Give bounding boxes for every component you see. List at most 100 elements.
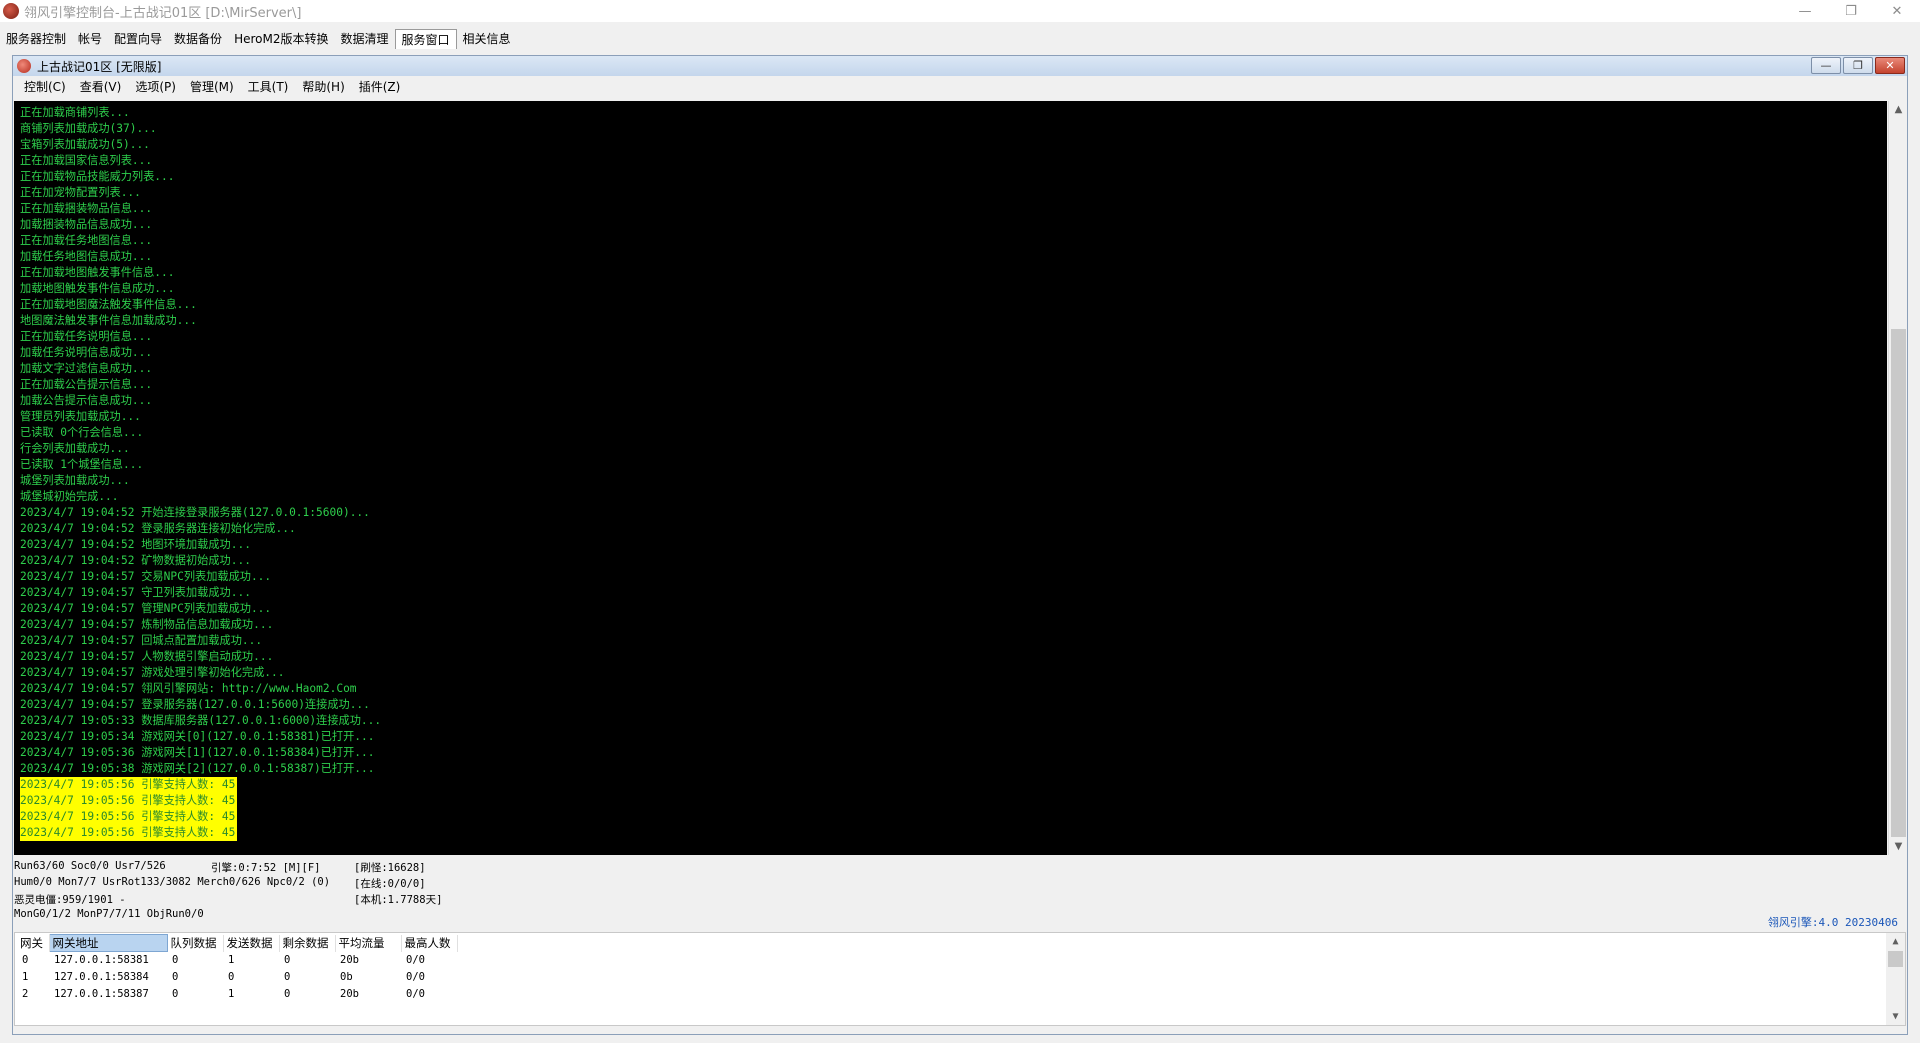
gateway-cell: 127.0.0.1:58387 [54, 988, 149, 1000]
log-line: 2023/4/7 19:04:52 矿物数据初始成功... [20, 554, 251, 567]
gateway-cell: 0 [284, 988, 291, 1000]
gateway-cell: 0/0 [406, 954, 425, 966]
log-line: 加载任务说明信息成功... [20, 346, 153, 359]
log-line: 已读取 1个城堡信息... [20, 458, 144, 471]
status-hum: Hum0/0 Mon7/7 UsrRot133/3082 Merch0/626 … [14, 876, 331, 888]
gateway-cell: 127.0.0.1:58381 [54, 954, 149, 967]
log-line: 2023/4/7 19:04:52 登录服务器连接初始化完成... [20, 522, 296, 535]
log-line: 2023/4/7 19:05:33 数据库服务器(127.0.0.1:6000)… [20, 714, 382, 727]
main-menu: 服务器控制 帐号 配置向导 数据备份 HeroM2版本转换 数据清理 服务窗口 … [0, 28, 517, 50]
gateway-cell: 0 [172, 988, 179, 1000]
gw-scroll-down-icon[interactable]: ▼ [1886, 1008, 1905, 1025]
log-line: 宝箱列表加载成功(5)... [20, 138, 150, 151]
menu-plugins[interactable]: 插件(Z) [352, 78, 408, 95]
col-avg-traffic[interactable]: 平均流量 [335, 934, 402, 952]
gateway-cell: 0/0 [406, 971, 425, 983]
log-line: 2023/4/7 19:04:52 地图环境加载成功... [20, 538, 251, 551]
gateway-cell: 1 [228, 988, 235, 1000]
menu-data-cleanup[interactable]: 数据清理 [334, 29, 394, 49]
status-panel: Run63/60 Soc0/0 Usr7/526 引擎:0:7:52 [M][F… [14, 860, 1906, 938]
scroll-thumb[interactable] [1891, 329, 1906, 837]
menu-tools[interactable]: 工具(T) [241, 78, 296, 95]
maximize-button[interactable]: ❐ [1828, 0, 1874, 22]
log-line: 2023/4/7 19:04:52 开始连接登录服务器(127.0.0.1:56… [20, 506, 370, 519]
menu-account[interactable]: 帐号 [72, 29, 108, 49]
log-line: 加载公告提示信息成功... [20, 394, 153, 407]
gateway-cell: 1 [228, 954, 235, 966]
log-line: 正在加载公告提示信息... [20, 378, 153, 391]
menu-config-wizard[interactable]: 配置向导 [108, 29, 168, 49]
log-line: 加载捆装物品信息成功... [20, 218, 153, 231]
log-console[interactable]: 正在加载商铺列表... 商铺列表加载成功(37)... 宝箱列表加载成功(5)...… [14, 101, 1887, 855]
status-online: [在线:0/0/0] [354, 878, 426, 890]
gateway-row[interactable]: 2 127.0.0.1:58387 0 1 0 20b 0/0 [17, 986, 457, 1003]
gw-scroll-thumb[interactable] [1888, 951, 1903, 967]
service-menu: 控制(C) 查看(V) 选项(P) 管理(M) 工具(T) 帮助(H) 插件(Z… [13, 76, 1907, 96]
log-line: 2023/4/7 19:04:57 登录服务器(127.0.0.1:5600)连… [20, 698, 370, 711]
log-line: 2023/4/7 19:04:57 游戏处理引擎初始化完成... [20, 666, 285, 679]
log-line: 正在加载地图触发事件信息... [20, 266, 175, 279]
gateway-cell: 1 [22, 971, 29, 983]
child-minimize-button[interactable]: — [1811, 57, 1841, 74]
col-max-users[interactable]: 最高人数 [401, 934, 458, 952]
log-line: 商铺列表加载成功(37)... [20, 122, 157, 135]
log-line: 正在加载地图魔法触发事件信息... [20, 298, 197, 311]
col-gateway[interactable]: 网关 [17, 934, 50, 952]
log-line: 正在加载国家信息列表... [20, 154, 153, 167]
window-title: 翎风引擎控制台-上古战记01区 [D:\MirServer\] [24, 5, 302, 21]
child-close-button[interactable]: ✕ [1875, 57, 1905, 74]
minimize-button[interactable]: — [1782, 0, 1828, 22]
service-window-title: 上古战记01区 [无限版] [37, 59, 162, 74]
log-line: 加载文字过滤信息成功... [20, 362, 153, 375]
log-line: 正在加载任务地图信息... [20, 234, 153, 247]
gw-scroll-up-icon[interactable]: ▲ [1886, 933, 1905, 950]
child-restore-button[interactable]: ❐ [1843, 57, 1873, 74]
menu-data-backup[interactable]: 数据备份 [168, 29, 228, 49]
window-titlebar: 翎风引擎控制台-上古战记01区 [D:\MirServer\] — ❐ ✕ [0, 0, 1920, 22]
log-line: 2023/4/7 19:05:38 游戏网关[2](127.0.0.1:5838… [20, 762, 375, 775]
gateway-list: 网关 网关地址 队列数据 发送数据 剩余数据 平均流量 最高人数 0 127.0.… [14, 932, 1906, 1026]
gateway-cell: 0 [172, 954, 179, 966]
log-line-highlighted: 2023/4/7 19:05:56 引擎支持人数: 45 [20, 825, 238, 841]
col-address[interactable]: 网关地址 [48, 934, 168, 952]
menu-help[interactable]: 帮助(H) [295, 78, 351, 95]
status-mongo: MonG0/1/2 MonP7/7/11 ObjRun0/0 [14, 908, 204, 920]
gateway-cell: 127.0.0.1:58384 [54, 971, 149, 983]
menu-version-convert[interactable]: HeroM2版本转换 [228, 29, 334, 49]
menu-options[interactable]: 选项(P) [128, 78, 183, 95]
gateway-cell: 0 [22, 954, 29, 966]
log-line: 正在加载捆装物品信息... [20, 202, 153, 215]
menu-view[interactable]: 查看(V) [73, 78, 129, 95]
log-line: 正在加载商铺列表... [20, 106, 130, 119]
log-line: 地图魔法触发事件信息加载成功... [20, 314, 197, 327]
log-line: 加载地图触发事件信息成功... [20, 282, 175, 295]
gateway-header-row: 网关 网关地址 队列数据 发送数据 剩余数据 平均流量 最高人数 [17, 934, 458, 952]
close-button[interactable]: ✕ [1874, 0, 1920, 22]
menu-manage[interactable]: 管理(M) [183, 78, 241, 95]
menu-related-info[interactable]: 相关信息 [457, 29, 517, 49]
gateway-cell: 0 [172, 971, 179, 983]
service-window-controls: — ❐ ✕ [1811, 57, 1905, 74]
menu-server-control[interactable]: 服务器控制 [0, 29, 72, 49]
status-refresh: [刷怪:16628] [354, 862, 426, 874]
log-line: 2023/4/7 19:04:57 回城点配置加载成功... [20, 634, 263, 647]
scroll-up-icon[interactable]: ▲ [1889, 101, 1908, 118]
service-window-titlebar: 上古战记01区 [无限版] — ❐ ✕ [13, 56, 1907, 76]
menu-control[interactable]: 控制(C) [17, 78, 73, 95]
service-window-icon [17, 59, 31, 73]
gateway-row[interactable]: 1 127.0.0.1:58384 0 0 0 0b 0/0 [17, 969, 457, 986]
col-sent[interactable]: 发送数据 [223, 934, 280, 952]
log-line: 加载任务地图信息成功... [20, 250, 153, 263]
scroll-down-icon[interactable]: ▼ [1889, 838, 1908, 855]
engine-version: 翎风引擎:4.0 20230406 [1767, 916, 1898, 929]
log-scrollbar[interactable]: ▲ ▼ [1888, 101, 1907, 855]
menu-service-window[interactable]: 服务窗口 [394, 29, 457, 49]
gateway-cell: 0/0 [406, 988, 425, 1000]
log-line: 正在加宠物配置列表... [20, 186, 141, 199]
log-line: 2023/4/7 19:04:57 人物数据引擎启动成功... [20, 650, 274, 663]
col-remaining[interactable]: 剩余数据 [279, 934, 336, 952]
col-queue[interactable]: 队列数据 [167, 934, 224, 952]
gateway-row[interactable]: 0 127.0.0.1:58381 0 1 0 20b 0/0 [17, 952, 457, 969]
log-line-highlighted: 2023/4/7 19:05:56 引擎支持人数: 45 [20, 809, 238, 825]
gateway-scrollbar[interactable]: ▲ ▼ [1886, 933, 1905, 1025]
